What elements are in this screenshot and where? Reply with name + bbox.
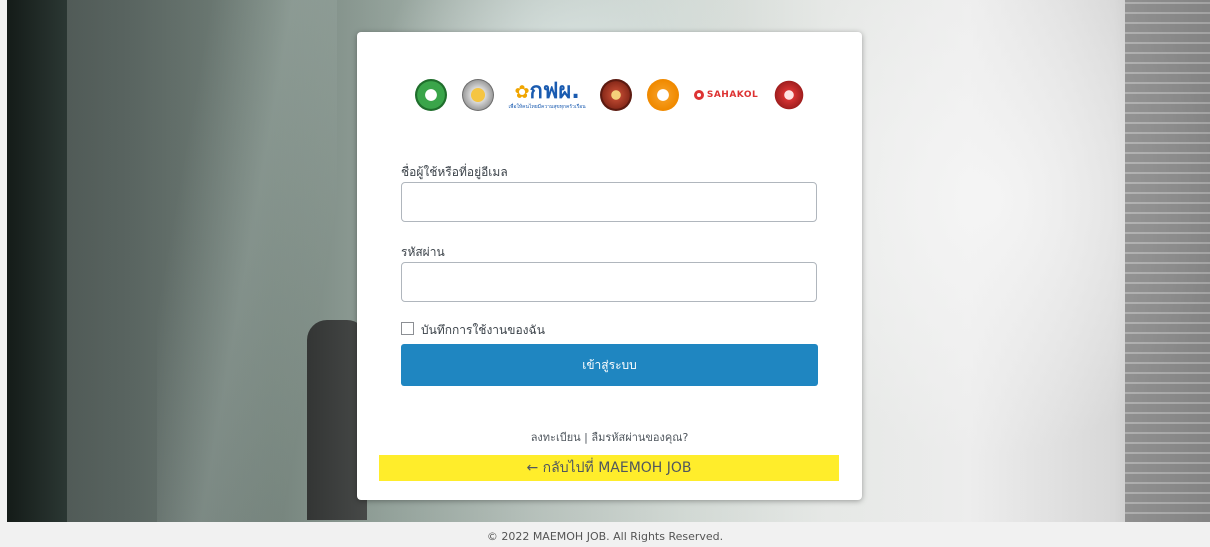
login-button[interactable]: เข้าสู่ระบบ: [401, 344, 818, 386]
forgot-password-link[interactable]: ลืมรหัสผ่านของคุณ?: [591, 431, 688, 444]
password-input[interactable]: [401, 262, 817, 302]
logo-red-seal: [600, 79, 633, 111]
account-links: ลงทะเบียน | ลืมรหัสผ่านของคุณ?: [357, 428, 862, 446]
logo-egat: ✿กฟผ. เพื่อให้คนไทยมีความสุขทุกครัวเรือน: [508, 78, 586, 110]
back-to-site-link[interactable]: ← กลับไปที่ MAEMOH JOB: [379, 455, 839, 481]
link-separator: |: [584, 431, 588, 444]
background-brick-wall: [1125, 0, 1210, 522]
logo-orange-seal: [647, 79, 680, 111]
register-link[interactable]: ลงทะเบียน: [531, 431, 581, 444]
username-label: ชื่อผู้ใช้หรือที่อยู่อีเมล: [401, 165, 508, 179]
background-forest-shadow: [7, 0, 67, 522]
remember-checkbox[interactable]: [401, 322, 414, 335]
logo-sahakol: SAHAKOL: [693, 90, 758, 100]
footer-copyright: © 2022 MAEMOH JOB. All Rights Reserved.: [486, 530, 724, 543]
remember-label: บันทึกการใช้งานของฉัน: [421, 323, 545, 337]
password-label: รหัสผ่าน: [401, 245, 445, 259]
username-input[interactable]: [401, 182, 817, 222]
logo-lotus-seal: [772, 79, 805, 111]
login-card: ✿กฟผ. เพื่อให้คนไทยมีความสุขทุกครัวเรือน…: [357, 32, 862, 500]
logo-green-seal: [415, 79, 447, 111]
partner-logos: ✿กฟผ. เพื่อให้คนไทยมีความสุขทุกครัวเรือน…: [415, 75, 805, 115]
logo-gray-seal: [461, 79, 494, 111]
